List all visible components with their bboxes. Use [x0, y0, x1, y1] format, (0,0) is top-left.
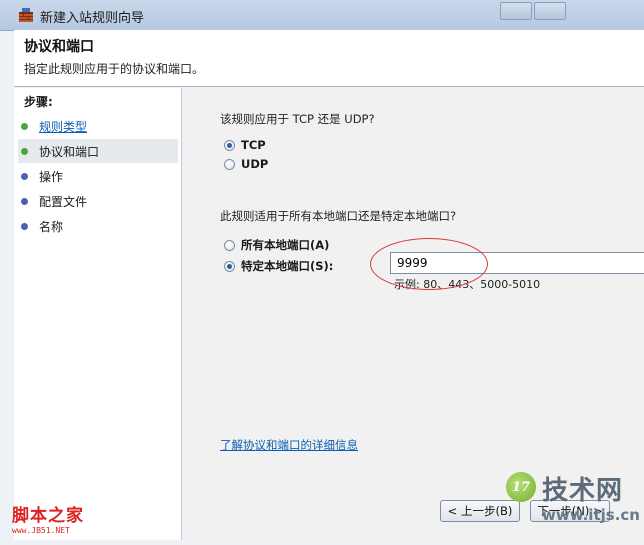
- minimize-button[interactable]: [500, 2, 532, 20]
- radio-tcp[interactable]: TCP: [224, 138, 266, 152]
- page-description: 指定此规则应用于的协议和端口。: [24, 62, 205, 76]
- itjs-badge-icon: 17: [506, 472, 536, 502]
- radio-udp-indicator[interactable]: [224, 158, 235, 170]
- steps-title: 步骤:: [24, 95, 53, 109]
- radio-all-ports-label: 所有本地端口(A): [241, 238, 330, 252]
- radio-all-ports[interactable]: 所有本地端口(A): [224, 237, 329, 253]
- step-label: 规则类型: [39, 119, 88, 134]
- title-bar: 新建入站规则向导: [0, 0, 644, 31]
- watermark-brand: 脚本之家: [12, 506, 84, 526]
- step-label: 操作: [39, 169, 64, 184]
- watermark-url: www.JB51.NET: [12, 526, 70, 535]
- step-label: 配置文件: [39, 194, 88, 209]
- wizard-header: 协议和端口 指定此规则应用于的协议和端口。: [14, 30, 644, 87]
- step-protocol-and-ports[interactable]: 协议和端口: [18, 139, 178, 163]
- step-label: 名称: [39, 219, 64, 234]
- window-controls: [494, 0, 644, 22]
- step-status-dot-icon: [21, 197, 28, 205]
- radio-specific-ports-label: 特定本地端口(S):: [241, 259, 334, 273]
- radio-all-ports-indicator[interactable]: [224, 239, 235, 251]
- step-status-dot-icon: [21, 222, 28, 230]
- step-label: 协议和端口: [39, 144, 100, 159]
- learn-more-link[interactable]: 了解协议和端口的详细信息: [220, 437, 358, 453]
- red-annotation-ellipse: [370, 238, 488, 290]
- step-profile: 配置文件: [18, 189, 178, 213]
- protocol-question: 该规则应用于 TCP 还是 UDP?: [220, 112, 375, 126]
- step-rule-type[interactable]: 规则类型: [18, 114, 178, 138]
- radio-specific-ports[interactable]: 特定本地端口(S):: [224, 258, 333, 274]
- watermark-brand: 技术网: [542, 476, 624, 506]
- steps-sidebar: 步骤: 规则类型 协议和端口 操作 配置文件 名称 脚本之家 www.JB51.…: [12, 88, 182, 540]
- page-title: 协议和端口: [24, 39, 94, 55]
- itjs-watermark-logo: 17 技术网 www.itjs.cn: [506, 470, 644, 545]
- step-status-dot-icon: [21, 147, 28, 155]
- step-action: 操作: [18, 164, 178, 188]
- maximize-button[interactable]: [534, 2, 566, 20]
- radio-udp-label: UDP: [241, 157, 269, 171]
- radio-tcp-label: TCP: [241, 138, 266, 152]
- watermark-url: www.itjs.cn: [542, 506, 640, 524]
- jb51-watermark-logo: 脚本之家 www.JB51.NET: [12, 501, 84, 535]
- window-title: 新建入站规则向导: [40, 11, 145, 26]
- step-status-dot-icon: [21, 122, 28, 130]
- step-status-dot-icon: [21, 172, 28, 180]
- radio-udp[interactable]: UDP: [224, 157, 268, 171]
- step-name: 名称: [18, 214, 178, 238]
- radio-specific-ports-indicator[interactable]: [224, 260, 235, 272]
- firewall-app-icon: [19, 8, 33, 22]
- port-question: 此规则适用于所有本地端口还是特定本地端口?: [220, 209, 457, 223]
- radio-tcp-indicator[interactable]: [224, 139, 235, 151]
